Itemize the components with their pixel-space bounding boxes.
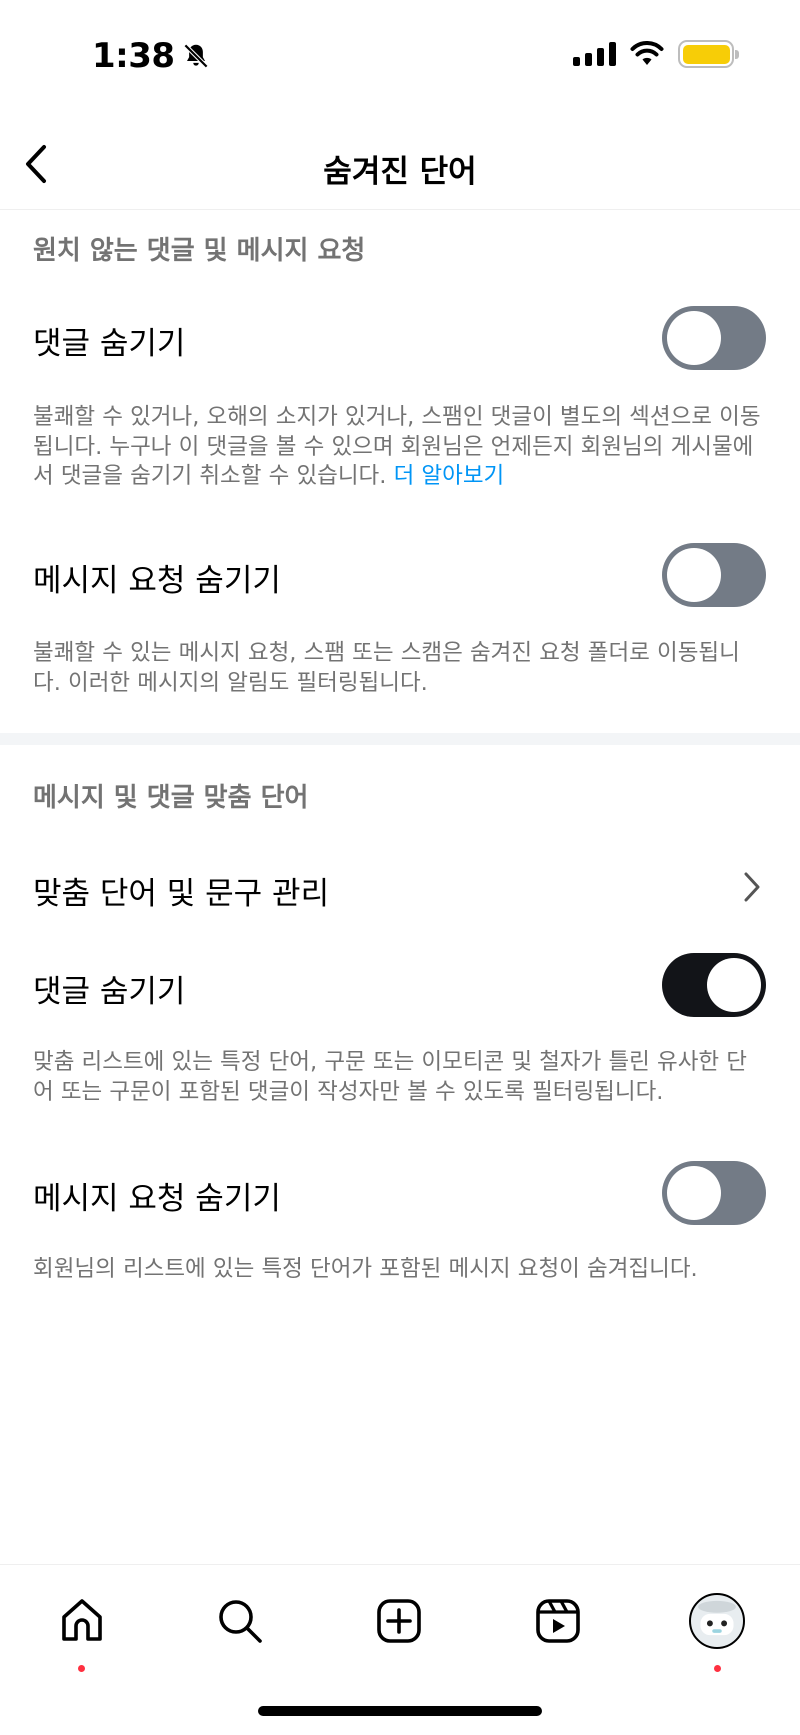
tab-create[interactable] xyxy=(367,1589,431,1653)
custom-hide-comments-label: 댓글 숨기기 xyxy=(33,974,186,1010)
learn-more-link[interactable]: 더 알아보기 xyxy=(394,463,505,489)
hide-message-requests-toggle[interactable] xyxy=(662,543,766,607)
bell-slash-icon xyxy=(183,43,208,69)
tab-profile[interactable] xyxy=(685,1589,749,1653)
hide-comments-label: 댓글 숨기기 xyxy=(33,326,186,362)
avatar-face-icon xyxy=(698,1600,736,1636)
home-indicator xyxy=(258,1706,542,1716)
toggle-knob xyxy=(667,548,721,602)
chevron-right-icon[interactable] xyxy=(740,870,764,904)
status-indicators xyxy=(573,40,739,68)
section-divider xyxy=(0,733,800,745)
reels-icon xyxy=(536,1599,580,1643)
custom-hide-comments-description: 맞춤 리스트에 있는 특정 단어, 구문 또는 이모티콘 및 철자가 틀린 유사… xyxy=(33,1049,747,1105)
battery-icon xyxy=(678,40,739,68)
battery-level xyxy=(682,44,730,64)
status-time: 1:38 xyxy=(92,36,211,76)
toggle-knob xyxy=(667,1166,721,1220)
page-title: 숨겨진 단어 xyxy=(323,154,477,190)
hide-message-requests-label: 메시지 요청 숨기기 xyxy=(33,563,281,599)
toggle-knob xyxy=(667,311,721,365)
section-header-custom: 메시지 및 댓글 맞춤 단어 xyxy=(33,783,309,813)
custom-hide-message-requests-toggle[interactable] xyxy=(662,1161,766,1225)
custom-hide-message-requests-description: 회원님의 리스트에 있는 특정 단어가 포함된 메시지 요청이 숨겨집니다. xyxy=(33,1256,698,1282)
custom-hide-comments-toggle[interactable] xyxy=(662,953,766,1017)
home-notification-dot xyxy=(78,1665,85,1672)
hide-comments-toggle[interactable] xyxy=(662,306,766,370)
hide-comments-description: 불쾌할 수 있거나, 오해의 소지가 있거나, 스팸인 댓글이 별도의 섹션으로… xyxy=(33,403,763,492)
tab-reels[interactable] xyxy=(526,1589,590,1653)
manage-custom-words[interactable]: 맞춤 단어 및 문구 관리 xyxy=(33,868,329,913)
profile-notification-dot xyxy=(714,1665,721,1672)
wifi-icon xyxy=(630,41,664,65)
search-icon xyxy=(219,1600,262,1643)
tab-home[interactable] xyxy=(50,1589,114,1653)
toggle-knob xyxy=(707,958,761,1012)
hide-message-requests-description: 불쾌할 수 있는 메시지 요청, 스팸 또는 스캠은 숨겨진 요청 폴더로 이동… xyxy=(33,640,740,696)
cellular-signal-icon xyxy=(573,42,616,66)
status-bar: 1:38 xyxy=(0,0,800,118)
section-header-unwanted: 원치 않는 댓글 및 메시지 요청 xyxy=(33,236,366,266)
home-icon xyxy=(62,1599,102,1641)
create-icon xyxy=(377,1599,421,1643)
custom-hide-message-requests-label: 메시지 요청 숨기기 xyxy=(33,1181,281,1217)
tab-search[interactable] xyxy=(208,1589,272,1653)
nav-header: 숨겨진 단어 xyxy=(0,118,800,210)
clock: 1:38 xyxy=(92,36,175,76)
profile-avatar xyxy=(689,1593,745,1649)
